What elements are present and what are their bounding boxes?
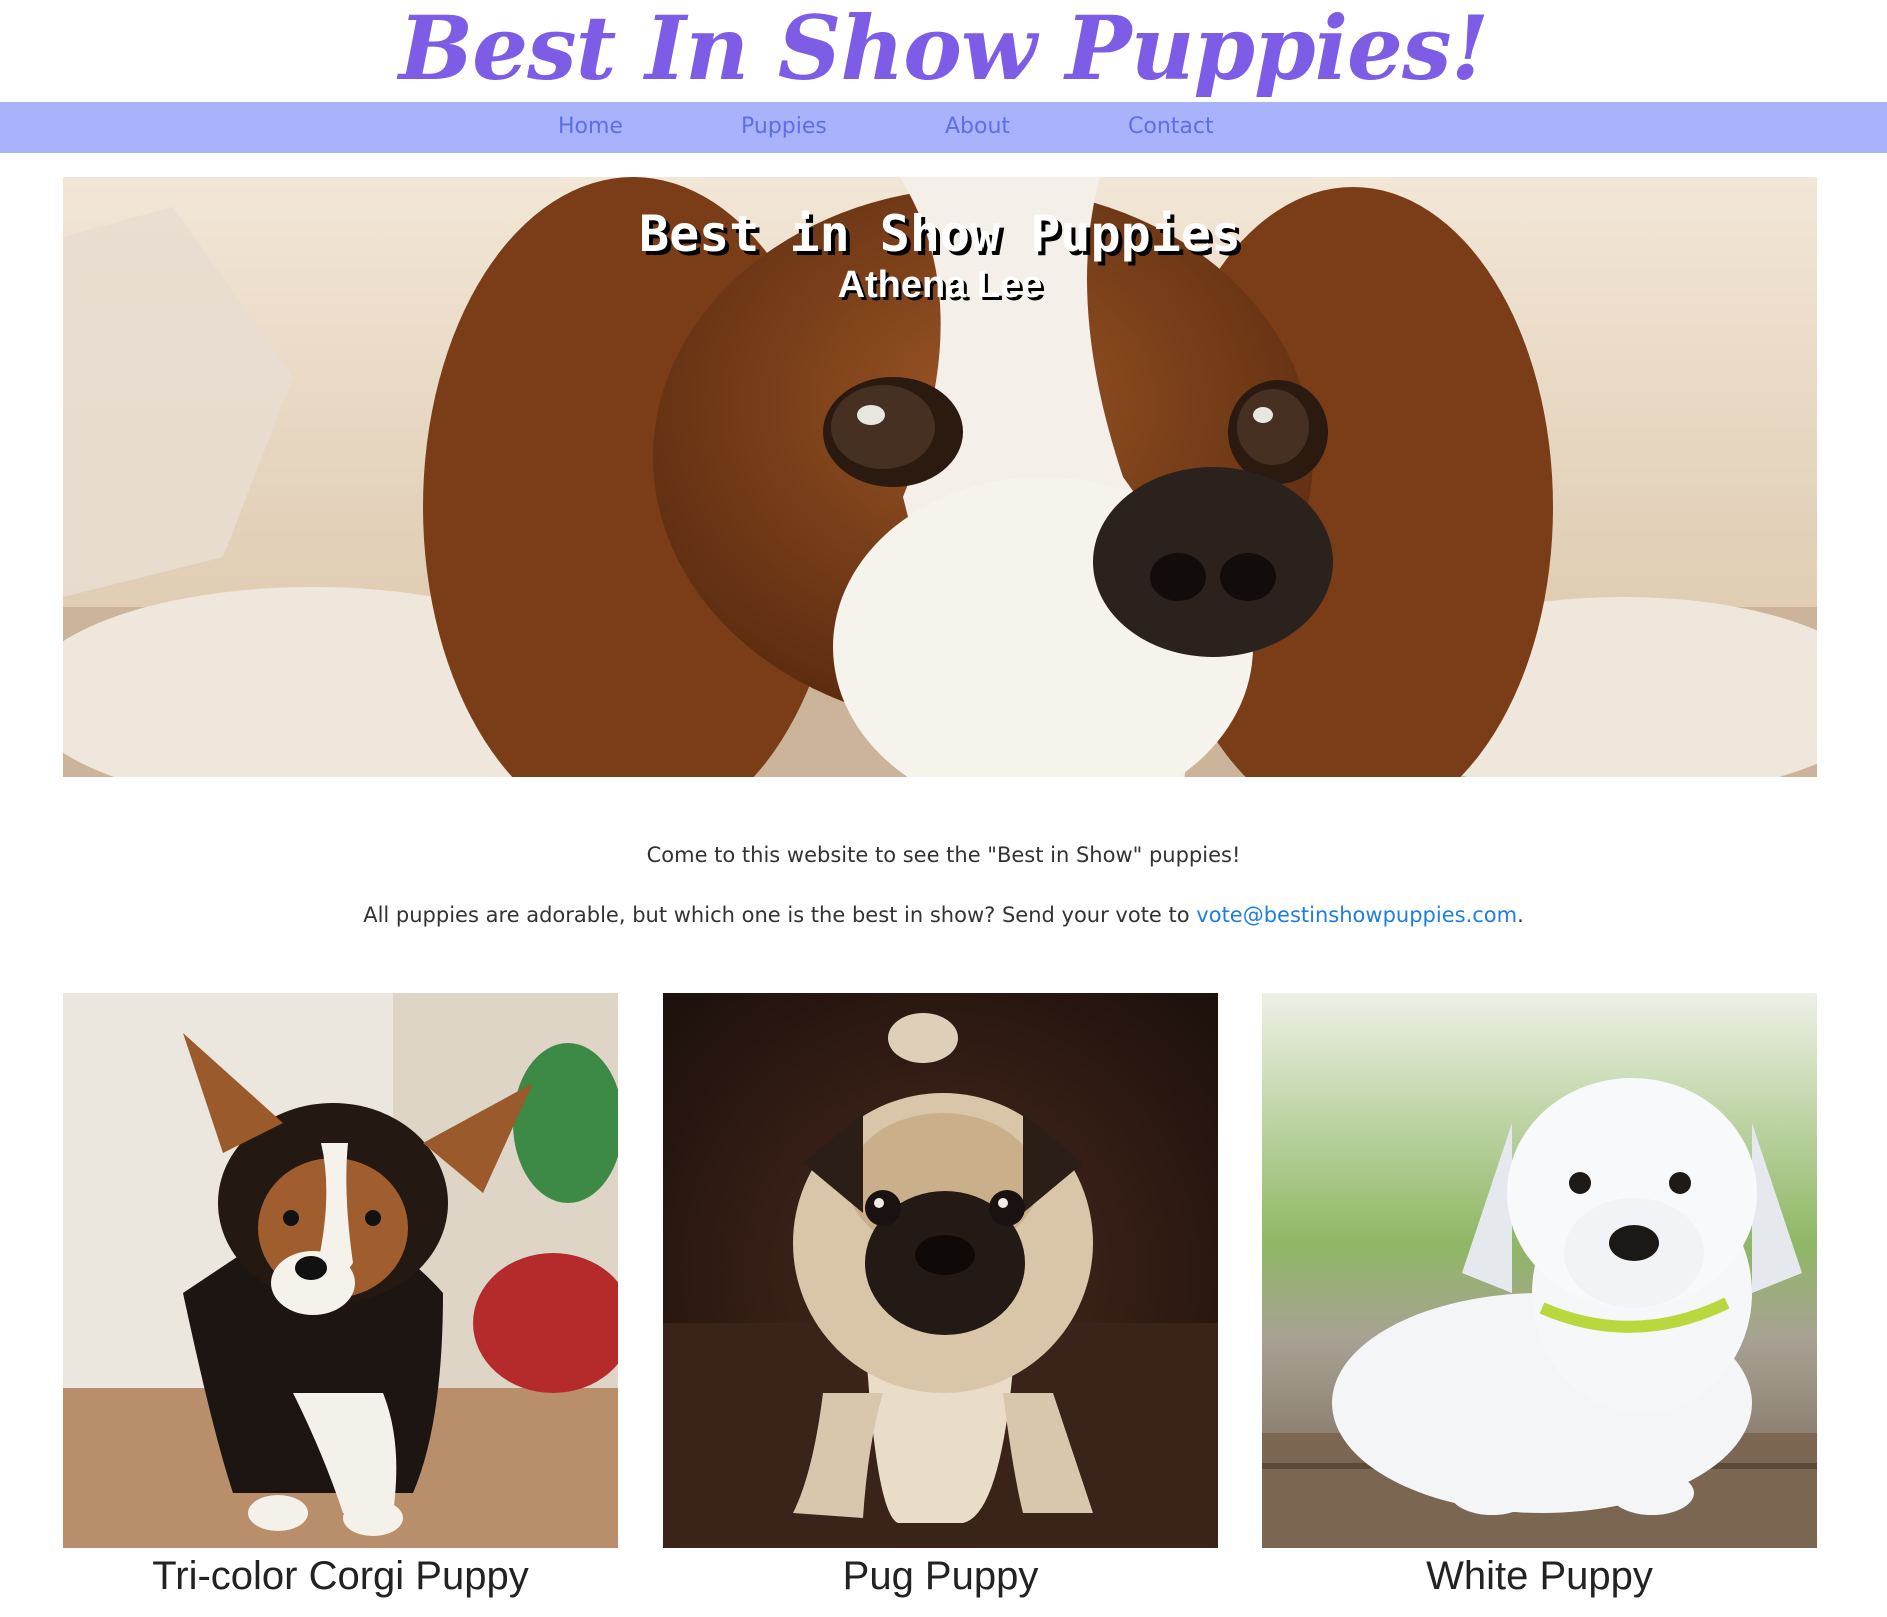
white-puppy-photo <box>1262 993 1817 1548</box>
nav-contact-link[interactable]: Contact <box>1128 113 1214 141</box>
puppy-card-title: Tri-color Corgi Puppy <box>152 1554 529 1598</box>
intro-line-2: All puppies are adorable, but which one … <box>0 900 1887 930</box>
nav-puppies-link[interactable]: Puppies <box>741 113 827 141</box>
intro-line-2-text: All puppies are adorable, but which one … <box>363 903 1197 927</box>
vote-email-link[interactable]: vote@bestinshowpuppies.com <box>1196 903 1517 927</box>
hero-title: Best in Show Puppies <box>638 205 1242 263</box>
site-title: Best In Show Puppies! <box>398 0 1489 100</box>
nav-home-link[interactable]: Home <box>558 113 623 141</box>
puppy-card-title: Pug Puppy <box>842 1554 1039 1598</box>
puppy-card-title: White Puppy <box>1426 1554 1653 1598</box>
hero-banner: Best in Show Puppies Athena Lee <box>63 177 1817 777</box>
intro-line-1: Come to this website to see the "Best in… <box>646 843 1241 867</box>
corgi-photo <box>63 993 618 1548</box>
nav-about-link[interactable]: About <box>945 113 1010 141</box>
pug-photo <box>663 993 1218 1548</box>
hero-subtitle: Athena Lee <box>837 264 1043 306</box>
intro-line-2-end: . <box>1517 903 1524 927</box>
main-nav: Home Puppies About Contact <box>0 102 1887 153</box>
